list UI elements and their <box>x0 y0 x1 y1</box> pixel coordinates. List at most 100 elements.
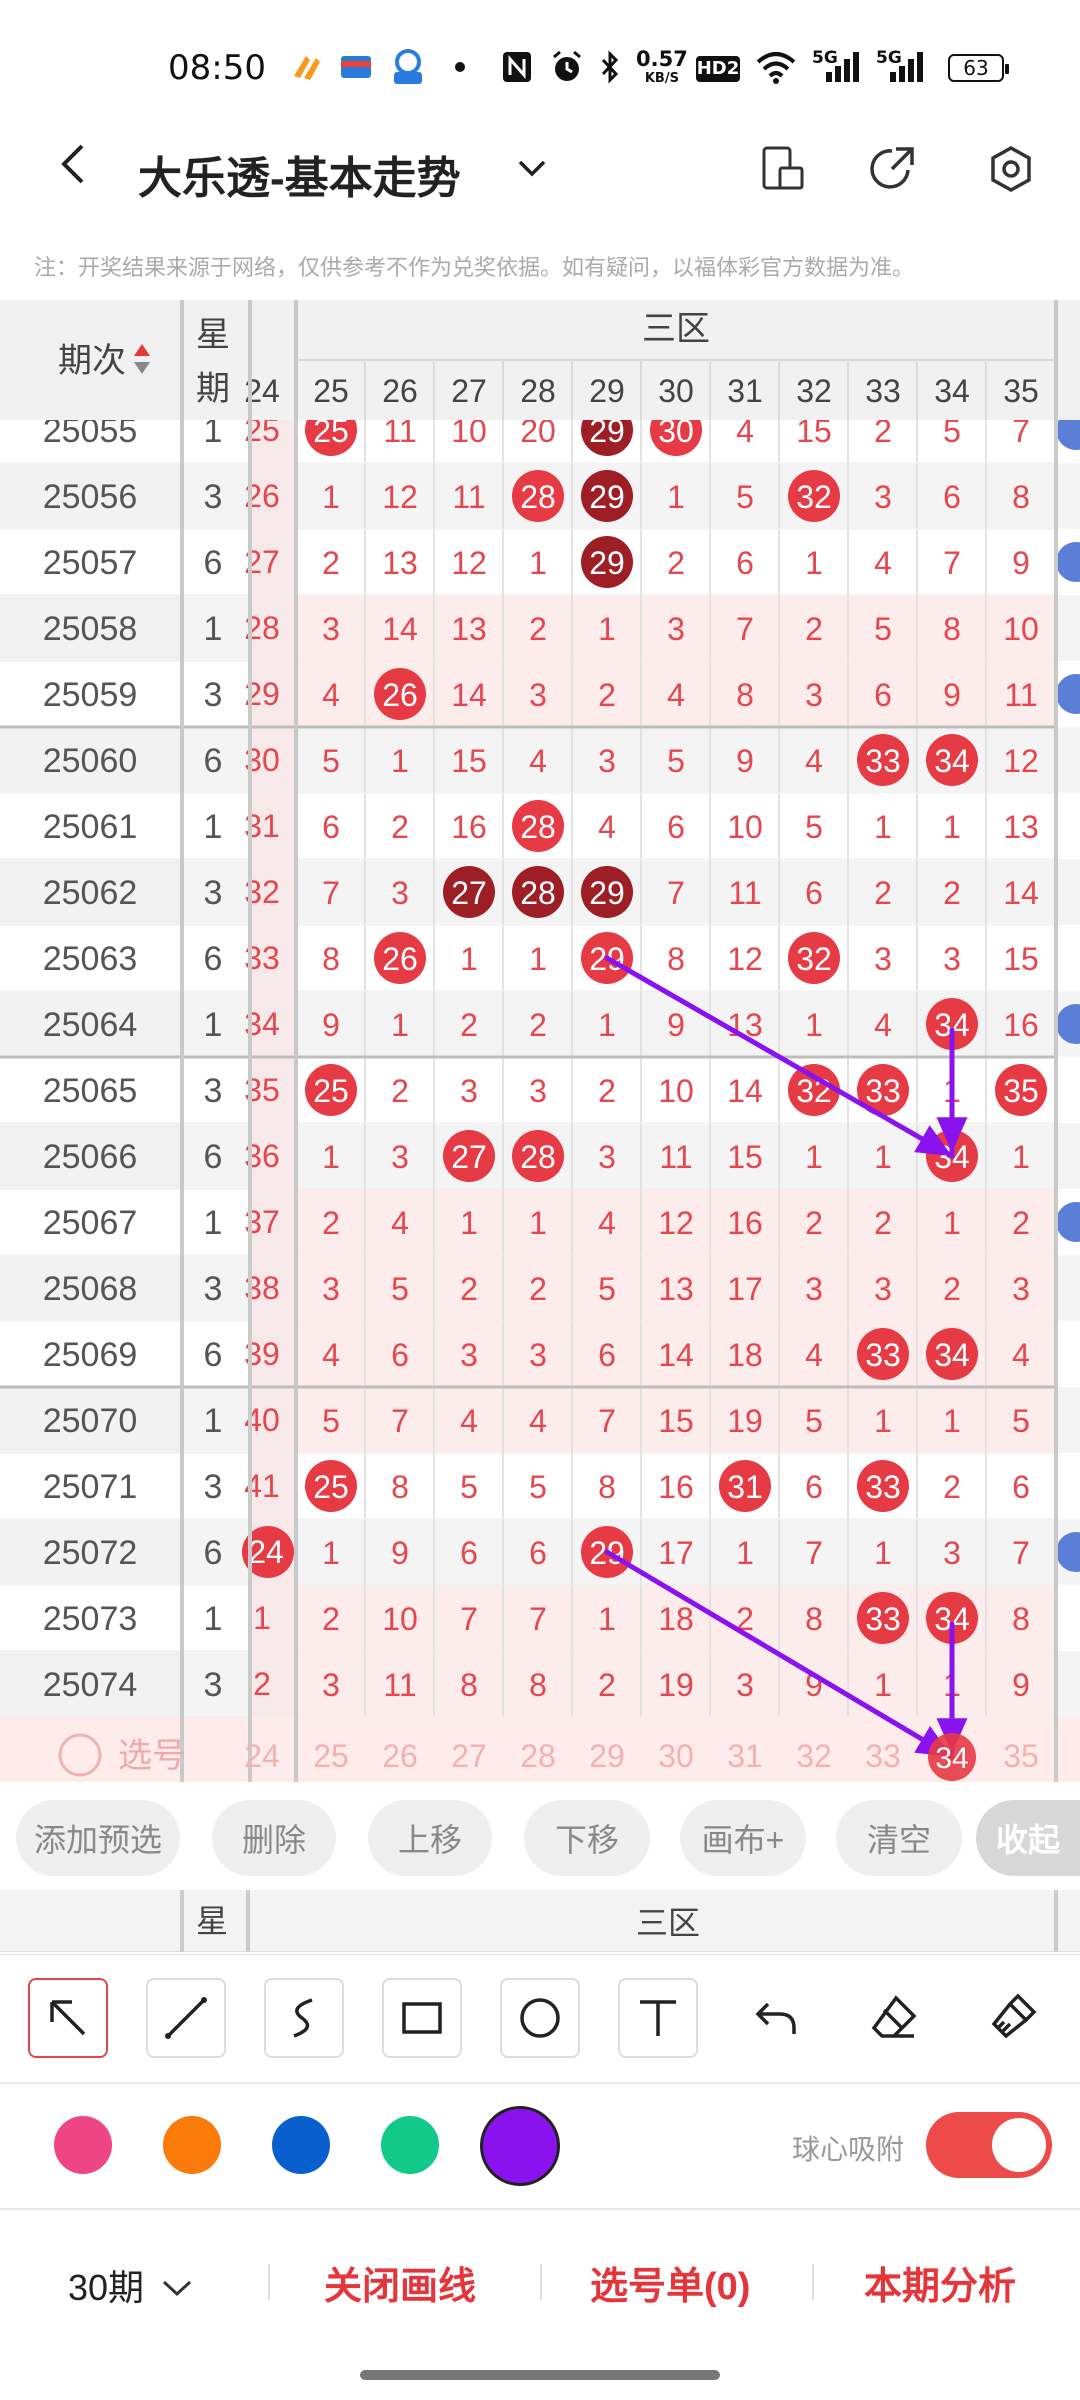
omission-number: 1 <box>391 1007 409 1043</box>
omission-number: 7 <box>667 875 685 911</box>
ball-number: 32 <box>796 941 832 977</box>
pick-number: 32 <box>796 1738 832 1774</box>
omission-number: 1 <box>874 1403 892 1439</box>
current-analysis-button[interactable]: 本期分析 <box>864 2255 1016 2310</box>
omission-number: 1 <box>1012 1139 1030 1175</box>
column-header: 30 <box>658 373 694 409</box>
omission-number: 3 <box>529 1073 547 1109</box>
omission-number: 2 <box>253 1666 271 1702</box>
pick-number: 35 <box>1003 1738 1039 1774</box>
omission-number: 5 <box>736 479 754 515</box>
delete-button[interactable]: 删除 <box>212 1800 336 1876</box>
omission-number: 1 <box>736 1535 754 1571</box>
omission-number: 2 <box>322 1601 340 1637</box>
issue-number: 25069 <box>43 1336 138 1374</box>
omission-number: 11 <box>452 479 485 515</box>
wifi-icon <box>754 50 798 84</box>
issue-number: 25066 <box>43 1138 138 1176</box>
omission-number: 3 <box>1012 1271 1030 1307</box>
omission-number: 1 <box>529 545 547 581</box>
omission-number: 4 <box>874 545 892 581</box>
divider <box>0 2208 1080 2210</box>
curve-tool-icon[interactable] <box>264 1978 344 2058</box>
disclaimer-notice: 注：开奖结果来源于网络，仅供参考不作为兑奖依据。如有疑问，以福体彩官方数据为准。 <box>34 255 915 280</box>
ball-number: 33 <box>865 1469 901 1505</box>
omission-number: 2 <box>322 545 340 581</box>
clear-brush-icon[interactable] <box>972 1978 1052 2058</box>
pick-list-button[interactable]: 选号单(0) <box>590 2255 750 2310</box>
omission-number: 18 <box>727 1337 763 1373</box>
ball-number: 26 <box>382 677 418 713</box>
snap-toggle[interactable] <box>926 2112 1052 2178</box>
periods-dropdown[interactable]: 30期 <box>68 2259 194 2311</box>
omission-number: 17 <box>658 1535 694 1571</box>
collapse-button[interactable]: 收起 <box>976 1800 1080 1876</box>
weekday: 3 <box>204 1468 223 1506</box>
issue-number: 25056 <box>43 478 138 516</box>
line-tool-icon[interactable] <box>146 1978 226 2058</box>
omission-number: 1 <box>460 1205 478 1241</box>
omission-number: 1 <box>529 941 547 977</box>
settings-icon[interactable] <box>986 144 1036 194</box>
column-header: 27 <box>451 373 487 409</box>
omission-number: 5 <box>322 743 340 779</box>
add-preselect-button[interactable]: 添加预选 <box>16 1800 180 1876</box>
back-icon[interactable] <box>52 140 100 188</box>
omission-number: 2 <box>943 1469 961 1505</box>
trend-table[interactable]: 25055 1 25 25 11 10 20 29 30 4 15 2 5 7 25056 3 26 1 12 11 2… <box>0 300 1080 1782</box>
omission-number: 1 <box>322 1139 340 1175</box>
omission-number: 1 <box>322 1535 340 1571</box>
clear-button[interactable]: 清空 <box>836 1800 962 1876</box>
omission-number: 1 <box>874 1139 892 1175</box>
close-lines-button[interactable]: 关闭画线 <box>324 2255 476 2310</box>
omission-number: 2 <box>460 1271 478 1307</box>
omission-number: 4 <box>460 1403 478 1439</box>
omission-number: 3 <box>943 941 961 977</box>
issue-header: 期次 <box>58 342 126 380</box>
page-title[interactable]: 大乐透-基本走势 <box>138 142 461 206</box>
undo-icon[interactable] <box>736 1978 816 2058</box>
color-swatch-pink[interactable] <box>54 2116 112 2174</box>
text-tool-icon[interactable] <box>618 1978 698 2058</box>
mini-week-header: 星 <box>196 1903 229 1939</box>
omission-number: 3 <box>322 1271 340 1307</box>
omission-number: 1 <box>874 809 892 845</box>
chevron-down-icon[interactable] <box>512 148 552 188</box>
rectangle-tool-icon[interactable] <box>382 1978 462 2058</box>
divider <box>540 2264 542 2300</box>
omission-number: 9 <box>322 1007 340 1043</box>
omission-number: 4 <box>667 677 685 713</box>
ball-number: 29 <box>589 875 625 911</box>
omission-number: 8 <box>943 611 961 647</box>
move-up-button[interactable]: 上移 <box>368 1800 492 1876</box>
ball-number: 31 <box>727 1469 763 1505</box>
canvas-plus-button[interactable]: 画布+ <box>680 1800 806 1876</box>
omission-number: 16 <box>658 1469 694 1505</box>
omission-number: 9 <box>943 677 961 713</box>
omission-number: 10 <box>382 1601 418 1637</box>
omission-number: 12 <box>727 941 763 977</box>
circle-tool-icon[interactable] <box>500 1978 580 2058</box>
eraser-icon[interactable] <box>854 1978 934 2058</box>
omission-number: 6 <box>598 1337 616 1373</box>
trend-grid[interactable]: 25055 1 25 25 11 10 20 29 30 4 15 2 5 725056 3 26 1 12 11 2… <box>0 300 1080 1782</box>
omission-number: 2 <box>598 677 616 713</box>
omission-number: 4 <box>322 677 340 713</box>
omission-number: 8 <box>598 1469 616 1505</box>
omission-number: 15 <box>658 1403 694 1439</box>
wallet-notification-icon <box>338 50 374 84</box>
color-swatch-green[interactable] <box>381 2116 439 2174</box>
ball-number: 33 <box>865 1073 901 1109</box>
color-swatch-purple[interactable] <box>480 2106 560 2186</box>
weekday: 6 <box>204 544 223 582</box>
omission-number: 3 <box>805 1271 823 1307</box>
select-tool-icon[interactable] <box>28 1978 108 2058</box>
column-separator <box>1054 300 1058 1782</box>
color-swatch-blue[interactable] <box>272 2116 330 2174</box>
rotate-screen-icon[interactable] <box>758 144 808 194</box>
move-down-button[interactable]: 下移 <box>524 1800 650 1876</box>
omission-number: 9 <box>667 1007 685 1043</box>
share-icon[interactable] <box>868 144 918 194</box>
omission-number: 14 <box>658 1337 694 1373</box>
color-swatch-orange[interactable] <box>163 2116 221 2174</box>
